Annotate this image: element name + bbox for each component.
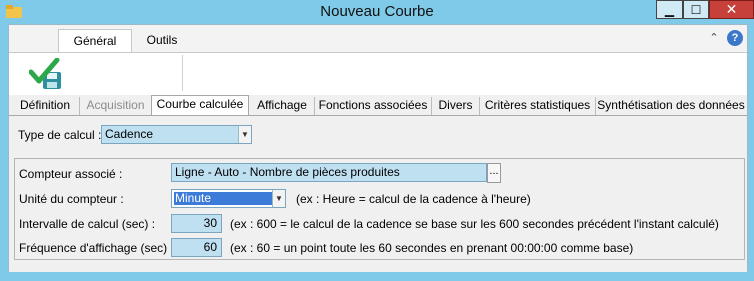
counter-group: Compteur associé : Ligne - Auto - Nombre… bbox=[14, 158, 745, 260]
tab-courbe-calculee[interactable]: Courbe calculée bbox=[151, 95, 249, 116]
title-bar[interactable]: Nouveau Courbe ▁ ☐ ✕ bbox=[0, 0, 754, 24]
chevron-down-icon[interactable]: ▼ bbox=[272, 190, 285, 207]
interval-hint: (ex : 600 = le calcul de la cadence se b… bbox=[230, 217, 719, 231]
calc-type-select[interactable]: Cadence ▼ bbox=[101, 125, 252, 144]
unit-value: Minute bbox=[174, 192, 273, 205]
unit-label: Unité du compteur : bbox=[19, 192, 124, 206]
frequency-hint: (ex : 60 = un point toute les 60 seconde… bbox=[230, 241, 634, 255]
chevron-down-icon[interactable]: ▼ bbox=[238, 126, 251, 143]
window-title: Nouveau Courbe bbox=[320, 3, 434, 20]
frequency-label: Fréquence d'affichage (sec) : bbox=[19, 241, 174, 255]
ribbon-tab-general[interactable]: Général bbox=[58, 29, 132, 52]
interval-input[interactable]: 30 bbox=[171, 214, 222, 233]
ribbon-body bbox=[9, 52, 747, 96]
tab-synthetisation[interactable]: Synthétisation des données bbox=[596, 97, 746, 115]
tab-affichage[interactable]: Affichage bbox=[250, 97, 315, 115]
tab-divers[interactable]: Divers bbox=[432, 97, 480, 115]
chevron-up-icon[interactable]: ⌃ bbox=[707, 31, 721, 45]
ribbon-separator bbox=[182, 55, 183, 91]
tab-fonctions-associees[interactable]: Fonctions associées bbox=[315, 97, 432, 115]
counter-field[interactable]: Ligne - Auto - Nombre de pièces produite… bbox=[171, 163, 487, 182]
interval-label: Intervalle de calcul (sec) : bbox=[19, 217, 156, 231]
minimize-button[interactable]: ▁ bbox=[656, 0, 683, 19]
counter-browse-button[interactable]: ... bbox=[487, 163, 501, 183]
tab-criteres-statistiques[interactable]: Critères statistiques bbox=[480, 97, 596, 115]
ribbon-tabs: Général Outils ⌃ ? bbox=[9, 25, 747, 52]
tab-acquisition[interactable]: Acquisition bbox=[80, 97, 152, 115]
calc-type-value: Cadence bbox=[105, 127, 154, 141]
courbe-calculee-panel: Type de calcul : Cadence ▼ Compteur asso… bbox=[9, 115, 747, 272]
tab-definition[interactable]: Définition bbox=[11, 97, 80, 115]
frequency-input[interactable]: 60 bbox=[171, 238, 222, 257]
property-tabs: Définition Acquisition Courbe calculée A… bbox=[9, 95, 747, 116]
counter-label: Compteur associé : bbox=[19, 167, 123, 181]
calc-type-label: Type de calcul : bbox=[18, 128, 102, 142]
maximize-button[interactable]: ☐ bbox=[683, 0, 709, 19]
close-button[interactable]: ✕ bbox=[709, 0, 754, 19]
save-check-icon[interactable] bbox=[29, 58, 63, 90]
unit-hint: (ex : Heure = calcul de la cadence à l'h… bbox=[296, 192, 531, 206]
content-area: Général Outils ⌃ ? Définition Acquisitio… bbox=[8, 24, 748, 272]
help-icon[interactable]: ? bbox=[727, 30, 743, 46]
unit-select[interactable]: Minute ▼ bbox=[171, 189, 286, 208]
window: Nouveau Courbe ▁ ☐ ✕ Général Outils ⌃ ? … bbox=[0, 0, 754, 281]
ribbon-tab-outils[interactable]: Outils bbox=[132, 29, 192, 52]
